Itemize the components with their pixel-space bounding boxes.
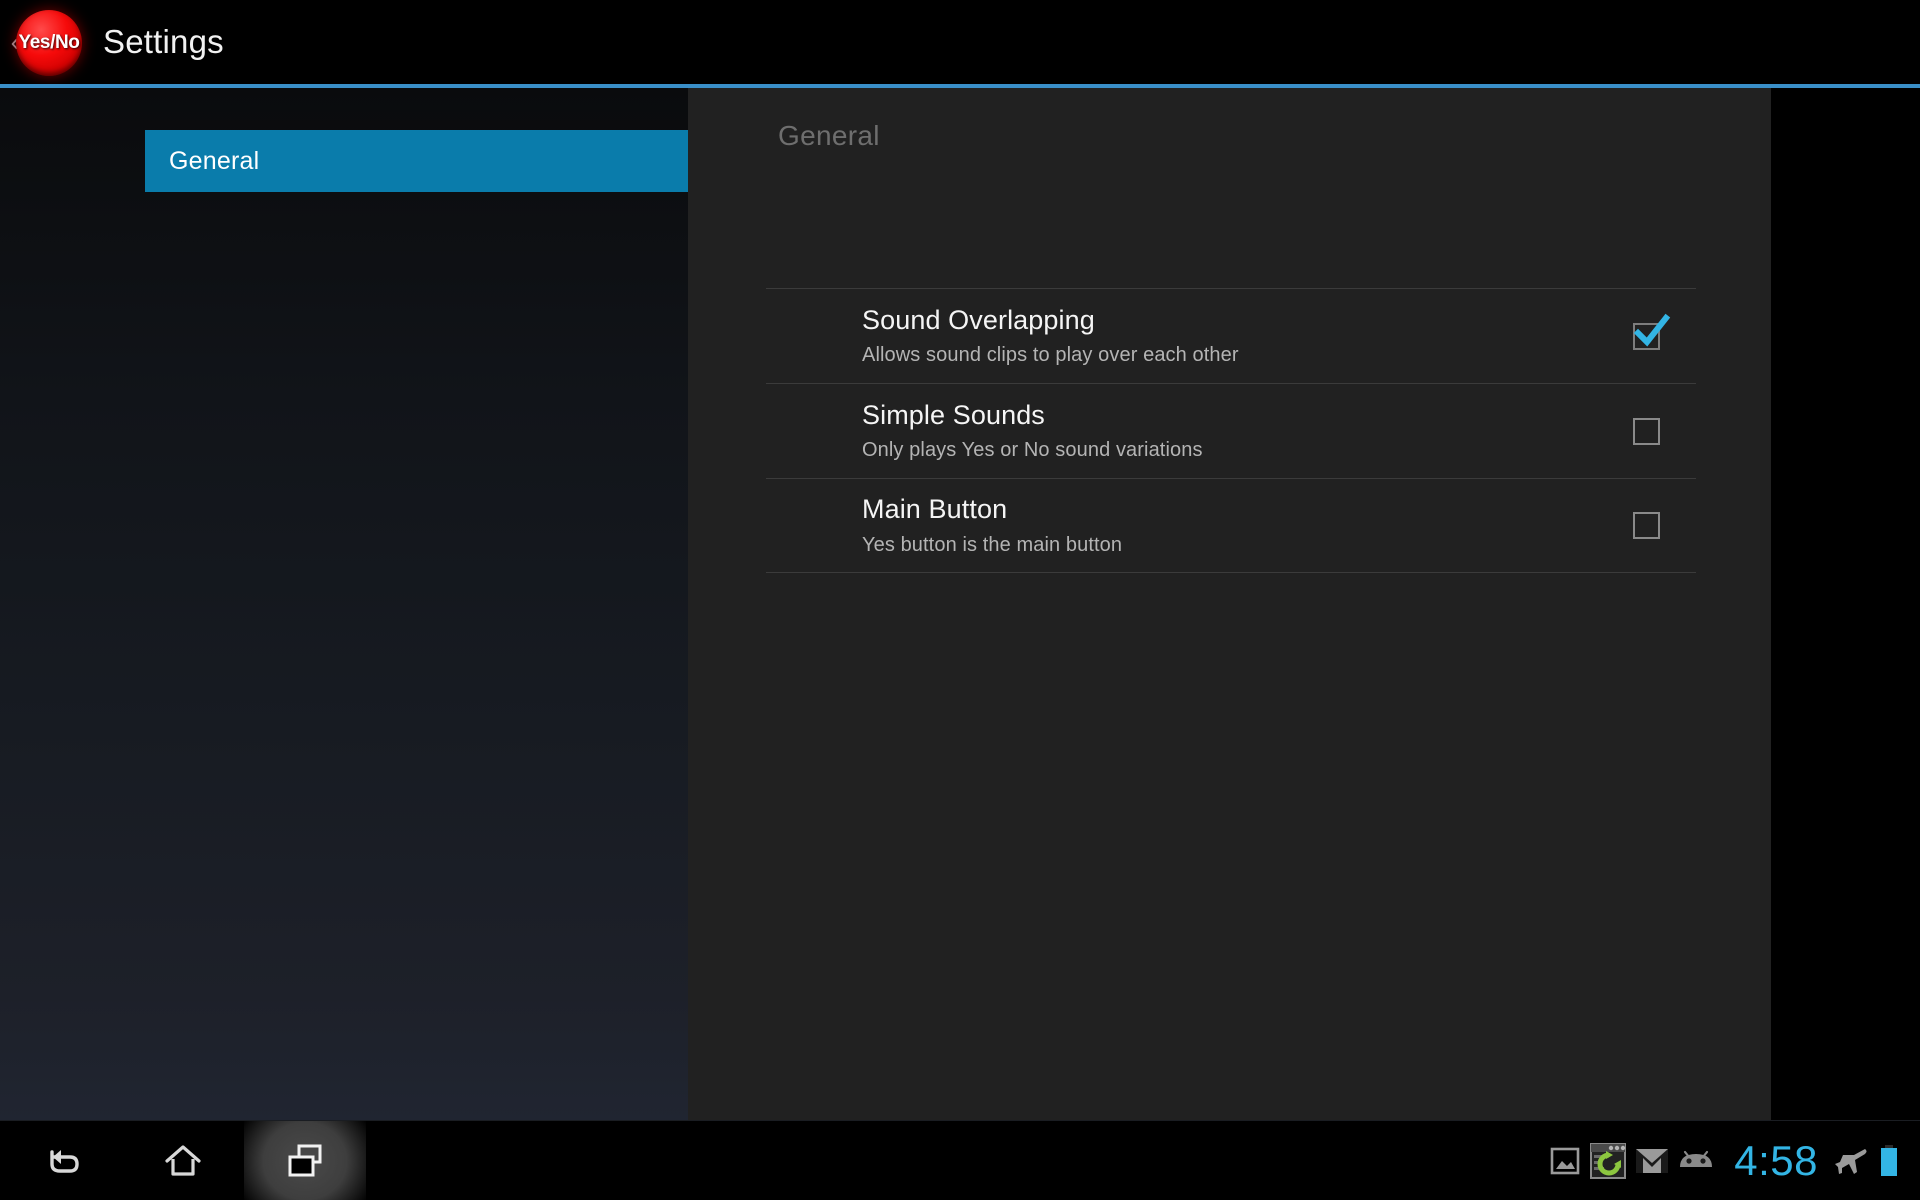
preference-summary: Allows sound clips to play over each oth… (862, 344, 1239, 367)
settings-content-panel: General (688, 88, 1771, 1120)
page-title: Settings (103, 23, 224, 60)
app-icon-label: Yes/No (18, 32, 80, 53)
system-navigation-bar: 4:58 (0, 1120, 1920, 1200)
home-button[interactable] (122, 1121, 244, 1200)
preference-title: Main Button (862, 494, 1008, 525)
yes-no-red-button-icon[interactable]: Yes/No (16, 10, 82, 76)
preference-row-sound-overlapping[interactable]: Sound Overlapping Allows sound clips to … (766, 288, 1696, 383)
preference-summary: Only plays Yes or No sound variations (862, 439, 1203, 462)
preference-checkbox-container[interactable] (1596, 313, 1696, 350)
checkbox-main-button[interactable] (1632, 512, 1660, 539)
navigation-buttons (0, 1121, 366, 1200)
android-tablet-screen: ‹ Yes/No Settings General General Sound … (0, 0, 1920, 1200)
status-tray[interactable]: 4:58 (1542, 1121, 1920, 1200)
content-section-header: General (778, 120, 880, 151)
preference-texts: Simple Sounds Only plays Yes or No sound… (766, 400, 1596, 463)
checkmark-icon (1633, 313, 1670, 347)
recent-apps-button[interactable] (244, 1121, 366, 1200)
sidebar-item-label: General (169, 146, 260, 175)
airplane-mode-icon[interactable] (1834, 1144, 1870, 1178)
preference-summary: Yes button is the main button (862, 533, 1123, 556)
preference-texts: Main Button Yes button is the main butto… (766, 494, 1596, 557)
sidebar-item-general[interactable]: General (145, 130, 688, 192)
status-clock[interactable]: 4:58 (1734, 1137, 1818, 1185)
gmail-icon[interactable] (1634, 1146, 1670, 1176)
preference-row-main-button[interactable]: Main Button Yes button is the main butto… (766, 478, 1696, 573)
battery-full-icon[interactable] (1876, 1143, 1902, 1179)
recent-apps-icon (288, 1144, 322, 1177)
home-icon (165, 1145, 201, 1176)
back-arrow-icon (50, 1150, 79, 1173)
preference-checkbox-container[interactable] (1596, 417, 1696, 445)
settings-headers-pane: General (0, 88, 688, 1120)
sidebar-list: General (145, 130, 688, 192)
preference-list: Sound Overlapping Allows sound clips to … (766, 288, 1696, 573)
panel-right-filler (1771, 88, 1920, 1120)
checkbox-simple-sounds[interactable] (1632, 417, 1660, 445)
back-button[interactable] (0, 1121, 122, 1200)
preference-title: Sound Overlapping (862, 304, 1095, 335)
app-update-sync-icon[interactable] (1588, 1142, 1628, 1180)
checkbox-sound-overlapping[interactable] (1632, 313, 1670, 350)
preference-row-simple-sounds[interactable]: Simple Sounds Only plays Yes or No sound… (766, 383, 1696, 478)
preference-checkbox-container[interactable] (1596, 512, 1696, 539)
preference-title: Simple Sounds (862, 399, 1045, 430)
android-robot-icon[interactable] (1676, 1146, 1716, 1176)
preference-texts: Sound Overlapping Allows sound clips to … (766, 305, 1596, 368)
screenshot-icon[interactable] (1548, 1144, 1582, 1178)
action-bar: ‹ Yes/No Settings (0, 0, 1920, 84)
